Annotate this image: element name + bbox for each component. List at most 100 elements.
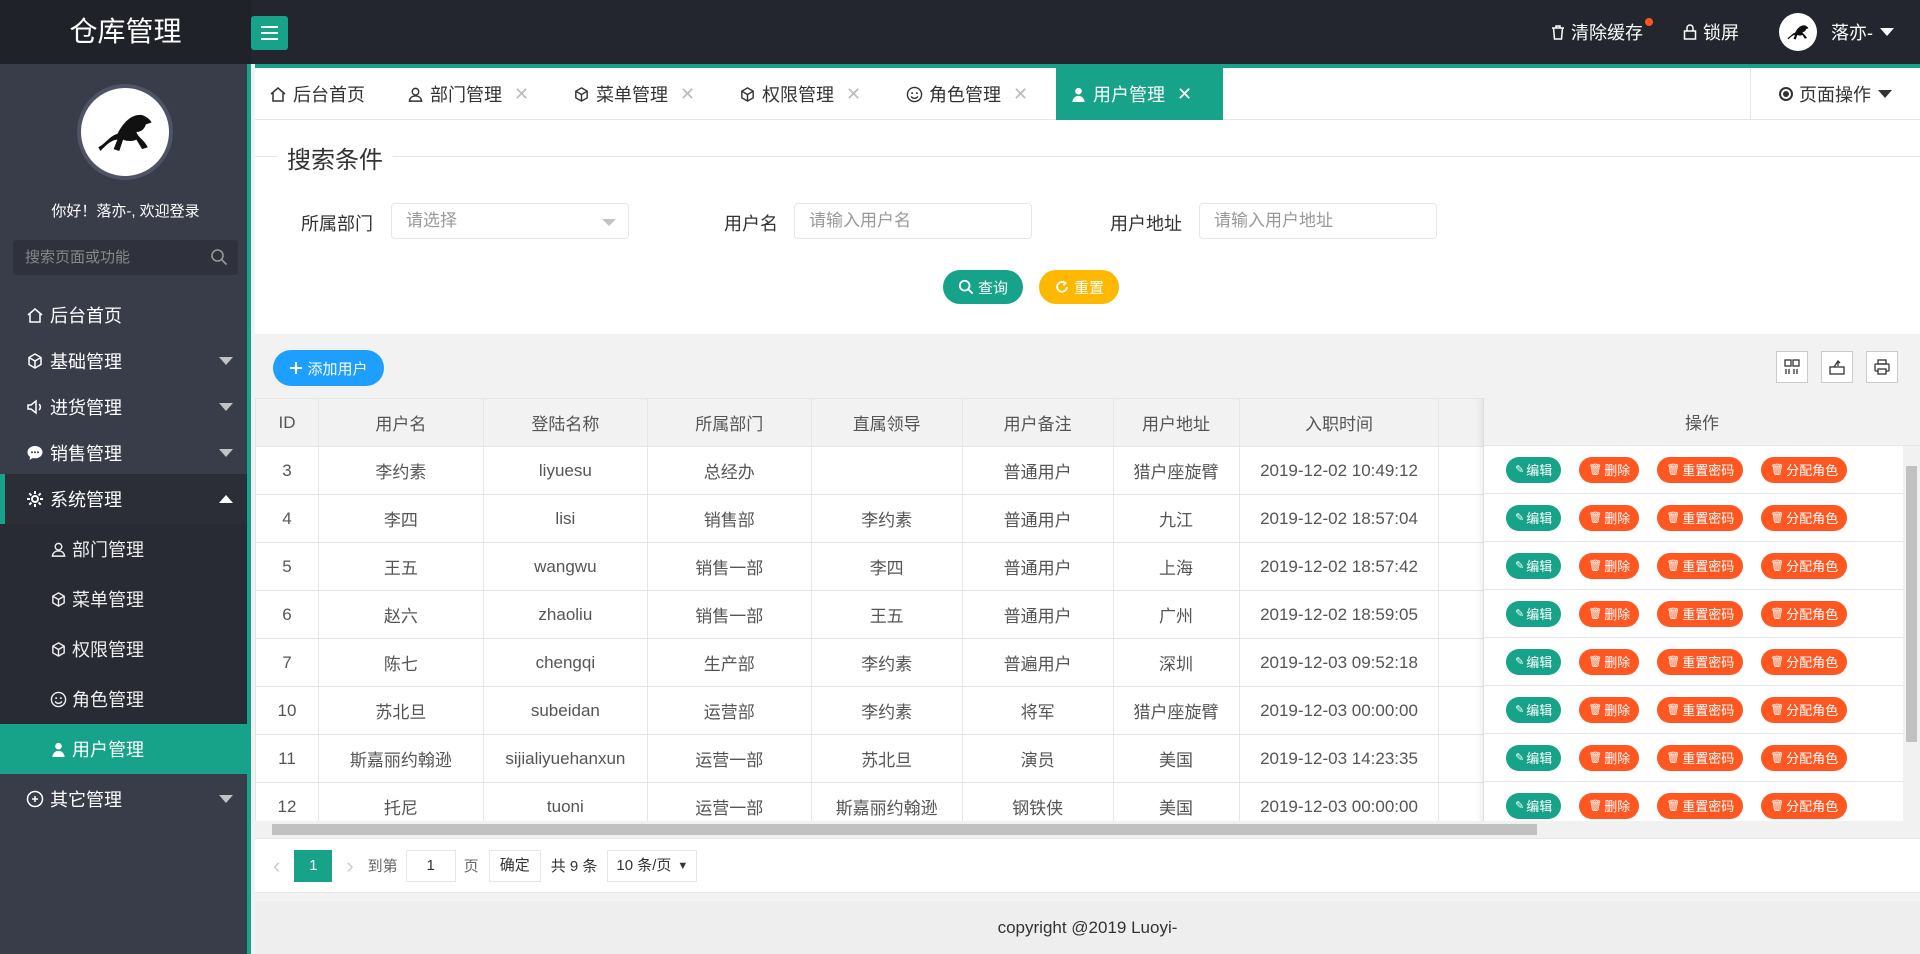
delete-button[interactable]: 🗑 删除 [1579, 504, 1640, 531]
tab-menu[interactable]: 菜单管理 ✕ [559, 68, 709, 120]
sidebar-item-system[interactable]: 系统管理 [0, 474, 247, 524]
edit-button[interactable]: ✎ 编辑 [1506, 504, 1562, 531]
sidebar-sub-user[interactable]: 用户管理 [0, 724, 247, 774]
tab-dept[interactable]: 部门管理 ✕ [393, 68, 543, 120]
delete-button[interactable]: 🗑 删除 [1579, 648, 1640, 675]
reset-password-button[interactable]: 🗑 重置密码 [1657, 744, 1744, 771]
user-avatar[interactable] [1779, 13, 1817, 51]
op-label: 编辑 [1526, 607, 1553, 622]
page-operations-menu[interactable]: 页面操作 [1750, 68, 1920, 120]
next-page-icon[interactable]: › [346, 853, 353, 879]
assign-role-button[interactable]: 🗑 分配角色 [1761, 552, 1848, 579]
column-header[interactable]: 用户备注 [961, 398, 1114, 447]
username-input[interactable]: 请输入用户名 [794, 203, 1032, 239]
edit-button[interactable]: ✎ 编辑 [1506, 744, 1562, 771]
sidebar-sub-permission[interactable]: 权限管理 [0, 624, 247, 674]
column-header[interactable]: 用户名 [317, 398, 484, 447]
reset-password-button[interactable]: 🗑 重置密码 [1657, 552, 1744, 579]
columns-filter-button[interactable] [1776, 351, 1808, 383]
edit-button[interactable]: ✎ 编辑 [1506, 648, 1562, 675]
page-size-select[interactable]: 10 条/页 ▼ [607, 849, 698, 882]
assign-role-button[interactable]: 🗑 分配角色 [1761, 696, 1848, 723]
tab-permission[interactable]: 权限管理 ✕ [725, 68, 875, 120]
sidebar-sub-menu[interactable]: 菜单管理 [0, 574, 247, 624]
assign-role-button[interactable]: 🗑 分配角色 [1761, 504, 1848, 531]
export-button[interactable] [1821, 351, 1853, 383]
scrollbar-thumb[interactable] [272, 824, 1537, 835]
sidebar: 你好！落亦-, 欢迎登录 搜索页面或功能 后台首页 基础管理 进货管理 销售管理… [0, 64, 251, 954]
edit-button[interactable]: ✎ 编辑 [1506, 456, 1562, 483]
assign-role-button[interactable]: 🗑 分配角色 [1761, 648, 1848, 675]
sidebar-item-sales[interactable]: 销售管理 [0, 428, 247, 478]
sidebar-item-home[interactable]: 后台首页 [0, 290, 247, 340]
close-icon[interactable]: ✕ [846, 84, 861, 105]
lock-screen-button[interactable]: 锁屏 [1683, 19, 1739, 45]
tab-role[interactable]: 角色管理 ✕ [892, 68, 1042, 120]
address-input[interactable]: 请输入用户地址 [1199, 203, 1437, 239]
close-icon[interactable]: ✕ [680, 84, 695, 105]
user-icon [1072, 87, 1085, 102]
edit-button[interactable]: ✎ 编辑 [1506, 552, 1562, 579]
assign-role-button[interactable]: 🗑 分配角色 [1761, 456, 1848, 483]
reset-password-button[interactable]: 🗑 重置密码 [1657, 600, 1744, 627]
print-button[interactable] [1866, 351, 1898, 383]
sidebar-sub-dept[interactable]: 部门管理 [0, 524, 247, 574]
table-cell: 李四 [810, 542, 963, 591]
delete-button[interactable]: 🗑 删除 [1579, 456, 1640, 483]
delete-button[interactable]: 🗑 删除 [1579, 792, 1640, 819]
page-jump-confirm-button[interactable]: 确定 [488, 849, 541, 882]
sidebar-item-label: 进货管理 [50, 398, 122, 418]
reset-password-button[interactable]: 🗑 重置密码 [1657, 696, 1744, 723]
assign-role-button[interactable]: 🗑 分配角色 [1761, 744, 1848, 771]
reset-button[interactable]: 重置 [1039, 270, 1119, 304]
close-icon[interactable]: ✕ [1177, 84, 1192, 105]
column-header[interactable]: 用户地址 [1112, 398, 1240, 447]
delete-button[interactable]: 🗑 删除 [1579, 744, 1640, 771]
column-header[interactable]: ID [255, 398, 319, 447]
clear-cache-button[interactable]: 清除缓存 [1551, 18, 1653, 45]
add-user-button[interactable]: 添加用户 [273, 350, 384, 386]
horizontal-scrollbar[interactable] [255, 821, 1920, 838]
column-header[interactable]: 登陆名称 [482, 398, 648, 447]
op-label: 分配角色 [1786, 463, 1839, 478]
edit-button[interactable]: ✎ 编辑 [1506, 600, 1562, 627]
user-menu[interactable]: 落亦- [1831, 19, 1894, 45]
table-cell: 美国 [1112, 734, 1240, 783]
sidebar-search-input[interactable]: 搜索页面或功能 [13, 240, 238, 275]
sidebar-item-basic[interactable]: 基础管理 [0, 336, 247, 386]
column-header[interactable]: 所属部门 [646, 398, 812, 447]
query-button[interactable]: 查询 [943, 270, 1023, 304]
assign-role-button[interactable]: 🗑 分配角色 [1761, 792, 1848, 819]
page-number-current[interactable]: 1 [294, 849, 333, 882]
table-cell: 苏北旦 [810, 734, 963, 783]
column-header[interactable]: 入职时间 [1238, 398, 1440, 447]
delete-button[interactable]: 🗑 删除 [1579, 600, 1640, 627]
tab-user[interactable]: 用户管理 ✕ [1056, 68, 1223, 120]
reset-password-button[interactable]: 🗑 重置密码 [1657, 456, 1744, 483]
trash-icon: 🗑 [1770, 656, 1785, 668]
dept-select[interactable]: 请选择 [391, 203, 629, 239]
column-header[interactable]: 直属领导 [810, 398, 963, 447]
ops-row: ✎ 编辑 🗑 删除 🗑 重置密码 🗑 分配角色 [1484, 638, 1920, 686]
close-icon[interactable]: ✕ [1013, 84, 1028, 105]
sidebar-item-other[interactable]: 其它管理 [0, 774, 247, 824]
assign-role-button[interactable]: 🗑 分配角色 [1761, 600, 1848, 627]
edit-button[interactable]: ✎ 编辑 [1506, 696, 1562, 723]
trash-icon: 🗑 [1770, 608, 1785, 620]
scrollbar-thumb[interactable] [1906, 466, 1917, 742]
reset-password-button[interactable]: 🗑 重置密码 [1657, 504, 1744, 531]
tab-home[interactable]: 后台首页 [255, 68, 379, 120]
reset-password-button[interactable]: 🗑 重置密码 [1657, 792, 1744, 819]
delete-button[interactable]: 🗑 删除 [1579, 696, 1640, 723]
close-icon[interactable]: ✕ [514, 84, 529, 105]
sidebar-sub-role[interactable]: 角色管理 [0, 674, 247, 724]
page-jump-input[interactable]: 1 [405, 849, 456, 882]
vertical-scrollbar[interactable] [1903, 446, 1920, 821]
reset-password-button[interactable]: 🗑 重置密码 [1657, 648, 1744, 675]
search-icon[interactable] [210, 248, 228, 266]
prev-page-icon[interactable]: ‹ [273, 853, 280, 879]
menu-toggle-button[interactable] [251, 16, 288, 50]
sidebar-item-purchase[interactable]: 进货管理 [0, 382, 247, 432]
delete-button[interactable]: 🗑 删除 [1579, 552, 1640, 579]
edit-button[interactable]: ✎ 编辑 [1506, 792, 1562, 819]
